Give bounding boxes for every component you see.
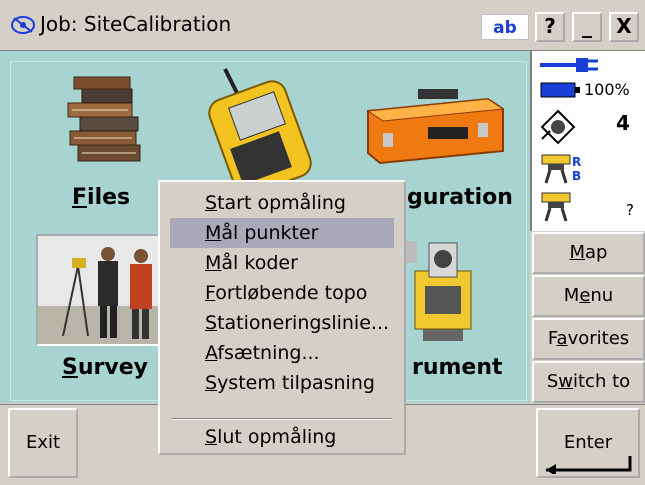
receiver-r-tag: R: [572, 155, 582, 169]
status-panel: 100% 4 R B ?: [530, 51, 645, 231]
menu-item-measure-points[interactable]: Mål punkter: [170, 218, 394, 248]
map-button[interactable]: Map: [532, 232, 645, 274]
enter-button[interactable]: Enter: [536, 408, 640, 478]
exit-button[interactable]: Exit: [8, 408, 78, 478]
battery-percent: 100%: [584, 80, 630, 99]
files-label[interactable]: Files: [72, 185, 130, 210]
rover-status: ?: [626, 201, 634, 219]
power-plug-icon: [540, 58, 598, 72]
satellite-count: 4: [616, 111, 630, 135]
total-station-icon[interactable]: [395, 231, 485, 346]
trimble-logo-icon: [11, 16, 35, 34]
favorites-button[interactable]: Favorites: [532, 318, 645, 360]
menu-item-station-line[interactable]: Stationeringslinie...: [170, 308, 394, 338]
switch-to-button[interactable]: Switch to: [532, 361, 645, 403]
help-button[interactable]: ?: [535, 12, 565, 42]
title-bar: Job: SiteCalibration ab ? _ X: [0, 0, 645, 51]
input-mode-indicator[interactable]: ab: [481, 14, 529, 40]
menu-separator: [172, 418, 392, 420]
instrument-label[interactable]: rument: [412, 355, 503, 380]
rover-receiver-icon: [541, 192, 571, 222]
menu-item-start-survey[interactable]: Start opmåling: [170, 188, 394, 218]
menu-item-stakeout[interactable]: Afsætning...: [170, 338, 394, 368]
files-books-icon[interactable]: [60, 73, 150, 173]
survey-tile[interactable]: [36, 234, 166, 346]
close-button[interactable]: X: [609, 12, 639, 42]
app-window: Job: SiteCalibration ab ? _ X Files gura…: [0, 0, 645, 485]
battery-icon: [540, 82, 580, 98]
satellite-icon: [540, 109, 576, 145]
receiver-icon: [541, 154, 571, 184]
receiver-b-tag: B: [572, 169, 582, 183]
survey-label[interactable]: Survey: [62, 355, 148, 380]
toolbox-icon[interactable]: [358, 81, 508, 171]
menu-item-continuous-topo[interactable]: Fortløbende topo: [170, 278, 394, 308]
window-title: Job: SiteCalibration: [40, 12, 232, 36]
menu-item-site-calibration[interactable]: System tilpasning: [170, 368, 394, 398]
surveyors-photo-icon: [38, 247, 164, 344]
menu-item-end-survey[interactable]: Slut opmåling: [170, 422, 394, 452]
survey-context-menu: Start opmåling Mål punkter Mål koder For…: [158, 180, 406, 455]
data-collector-icon[interactable]: [195, 63, 325, 193]
menu-button[interactable]: Menu: [532, 275, 645, 317]
enter-key-icon: [546, 456, 632, 474]
menu-item-measure-codes[interactable]: Mål koder: [170, 248, 394, 278]
minimize-button[interactable]: _: [572, 12, 602, 42]
enter-label: Enter: [563, 432, 613, 453]
configuration-label[interactable]: guration: [407, 185, 513, 210]
